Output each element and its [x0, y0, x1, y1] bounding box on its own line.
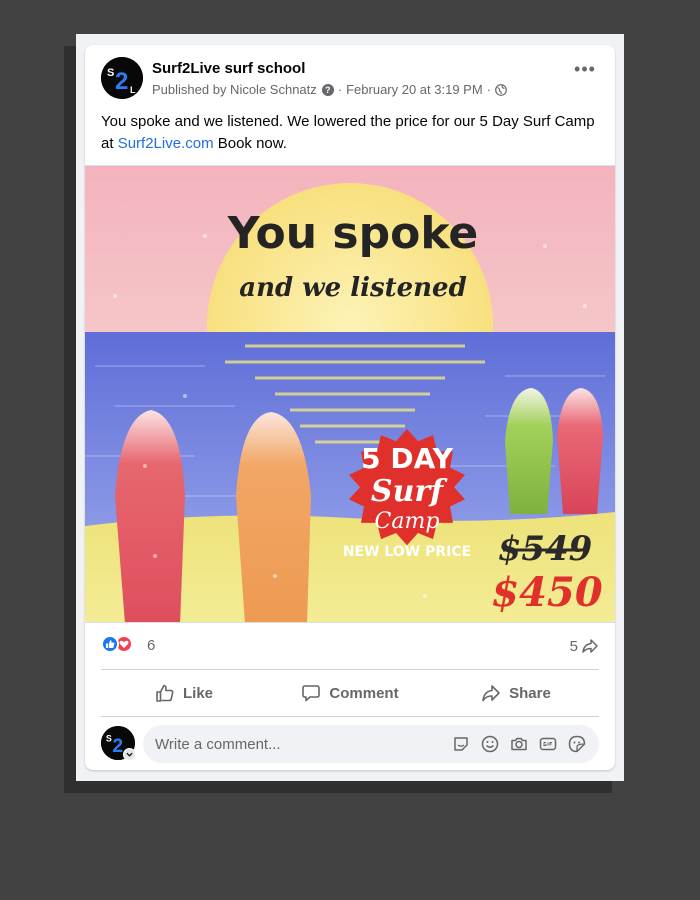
- comment-composer: S 2: [101, 725, 599, 763]
- comment-button[interactable]: Comment: [267, 673, 433, 713]
- actions-top-divider: [101, 669, 599, 670]
- like-label: Like: [182, 684, 213, 702]
- new-price: $450: [491, 569, 602, 616]
- badge-line-2: Surf: [371, 474, 448, 509]
- svg-text:2: 2: [115, 68, 128, 95]
- share-label: Share: [509, 684, 551, 702]
- engagement-summary: 6 5: [101, 633, 599, 657]
- like-reaction-icon: [101, 635, 119, 653]
- facebook-post-card: S 2 L Surf2Live surf school Published by…: [85, 45, 615, 770]
- post-meta: Published by Nicole Schnatz ? · February…: [152, 82, 507, 97]
- svg-text:2: 2: [112, 735, 123, 757]
- thumbs-up-icon: [156, 684, 174, 702]
- promo-headline: You spoke: [227, 208, 479, 259]
- post-header: S 2 L Surf2Live surf school Published by…: [101, 57, 599, 101]
- post-actions: Like Comment Share: [101, 673, 599, 713]
- avatar-sticker-icon[interactable]: [567, 734, 587, 754]
- svg-text:S: S: [107, 67, 114, 79]
- published-by[interactable]: Published by Nicole Schnatz: [152, 82, 317, 97]
- post-date[interactable]: February 20 at 3:19 PM: [346, 82, 483, 97]
- surf-camp-promo-graphic: You spoke and we listened 5 DAY Surf Cam…: [85, 166, 615, 622]
- reaction-icons[interactable]: [101, 635, 133, 653]
- post-text-part2: Book now.: [213, 135, 287, 152]
- actions-bottom-divider: [101, 716, 599, 717]
- sticker-icon[interactable]: [451, 734, 471, 754]
- emoji-icon[interactable]: [480, 734, 500, 754]
- reaction-count[interactable]: 6: [147, 637, 155, 654]
- meta-separator-2: ·: [486, 82, 492, 97]
- website-link[interactable]: Surf2Live.com: [118, 135, 214, 152]
- comment-field[interactable]: [143, 725, 599, 763]
- globe-icon: [495, 83, 507, 96]
- badge-line-4: NEW LOW PRICE: [343, 544, 471, 560]
- page-name-link[interactable]: Surf2Live surf school: [152, 60, 305, 77]
- share-button[interactable]: Share: [433, 673, 599, 713]
- post-message: You spoke and we listened. We lowered th…: [101, 111, 601, 155]
- camera-icon[interactable]: [509, 734, 529, 754]
- badge-line-1: 5 DAY: [361, 442, 453, 475]
- post-image[interactable]: You spoke and we listened 5 DAY Surf Cam…: [85, 165, 615, 623]
- comment-input[interactable]: [155, 735, 451, 753]
- svg-text:S: S: [106, 733, 112, 743]
- page-avatar[interactable]: S 2 L: [101, 57, 143, 99]
- more-options-icon[interactable]: •••: [571, 60, 599, 81]
- help-icon[interactable]: ?: [321, 83, 334, 96]
- surf2live-logo-icon: S 2 L: [101, 57, 143, 99]
- promo-subline: and we listened: [239, 273, 467, 303]
- comment-tools: [451, 734, 587, 754]
- share-arrow-icon: [582, 639, 598, 653]
- svg-text:L: L: [130, 85, 136, 95]
- badge-line-3: Camp: [375, 509, 440, 534]
- screenshot-frame: S 2 L Surf2Live surf school Published by…: [76, 34, 624, 781]
- meta-separator: ·: [337, 82, 343, 97]
- chevron-down-icon[interactable]: [123, 748, 136, 761]
- gif-icon[interactable]: [538, 734, 558, 754]
- share-count[interactable]: 5: [570, 637, 599, 655]
- comment-label: Comment: [329, 684, 399, 702]
- share-icon: [482, 685, 500, 702]
- comment-bubble-icon: [302, 685, 321, 702]
- share-count-number: 5: [569, 637, 578, 655]
- like-button[interactable]: Like: [101, 673, 267, 713]
